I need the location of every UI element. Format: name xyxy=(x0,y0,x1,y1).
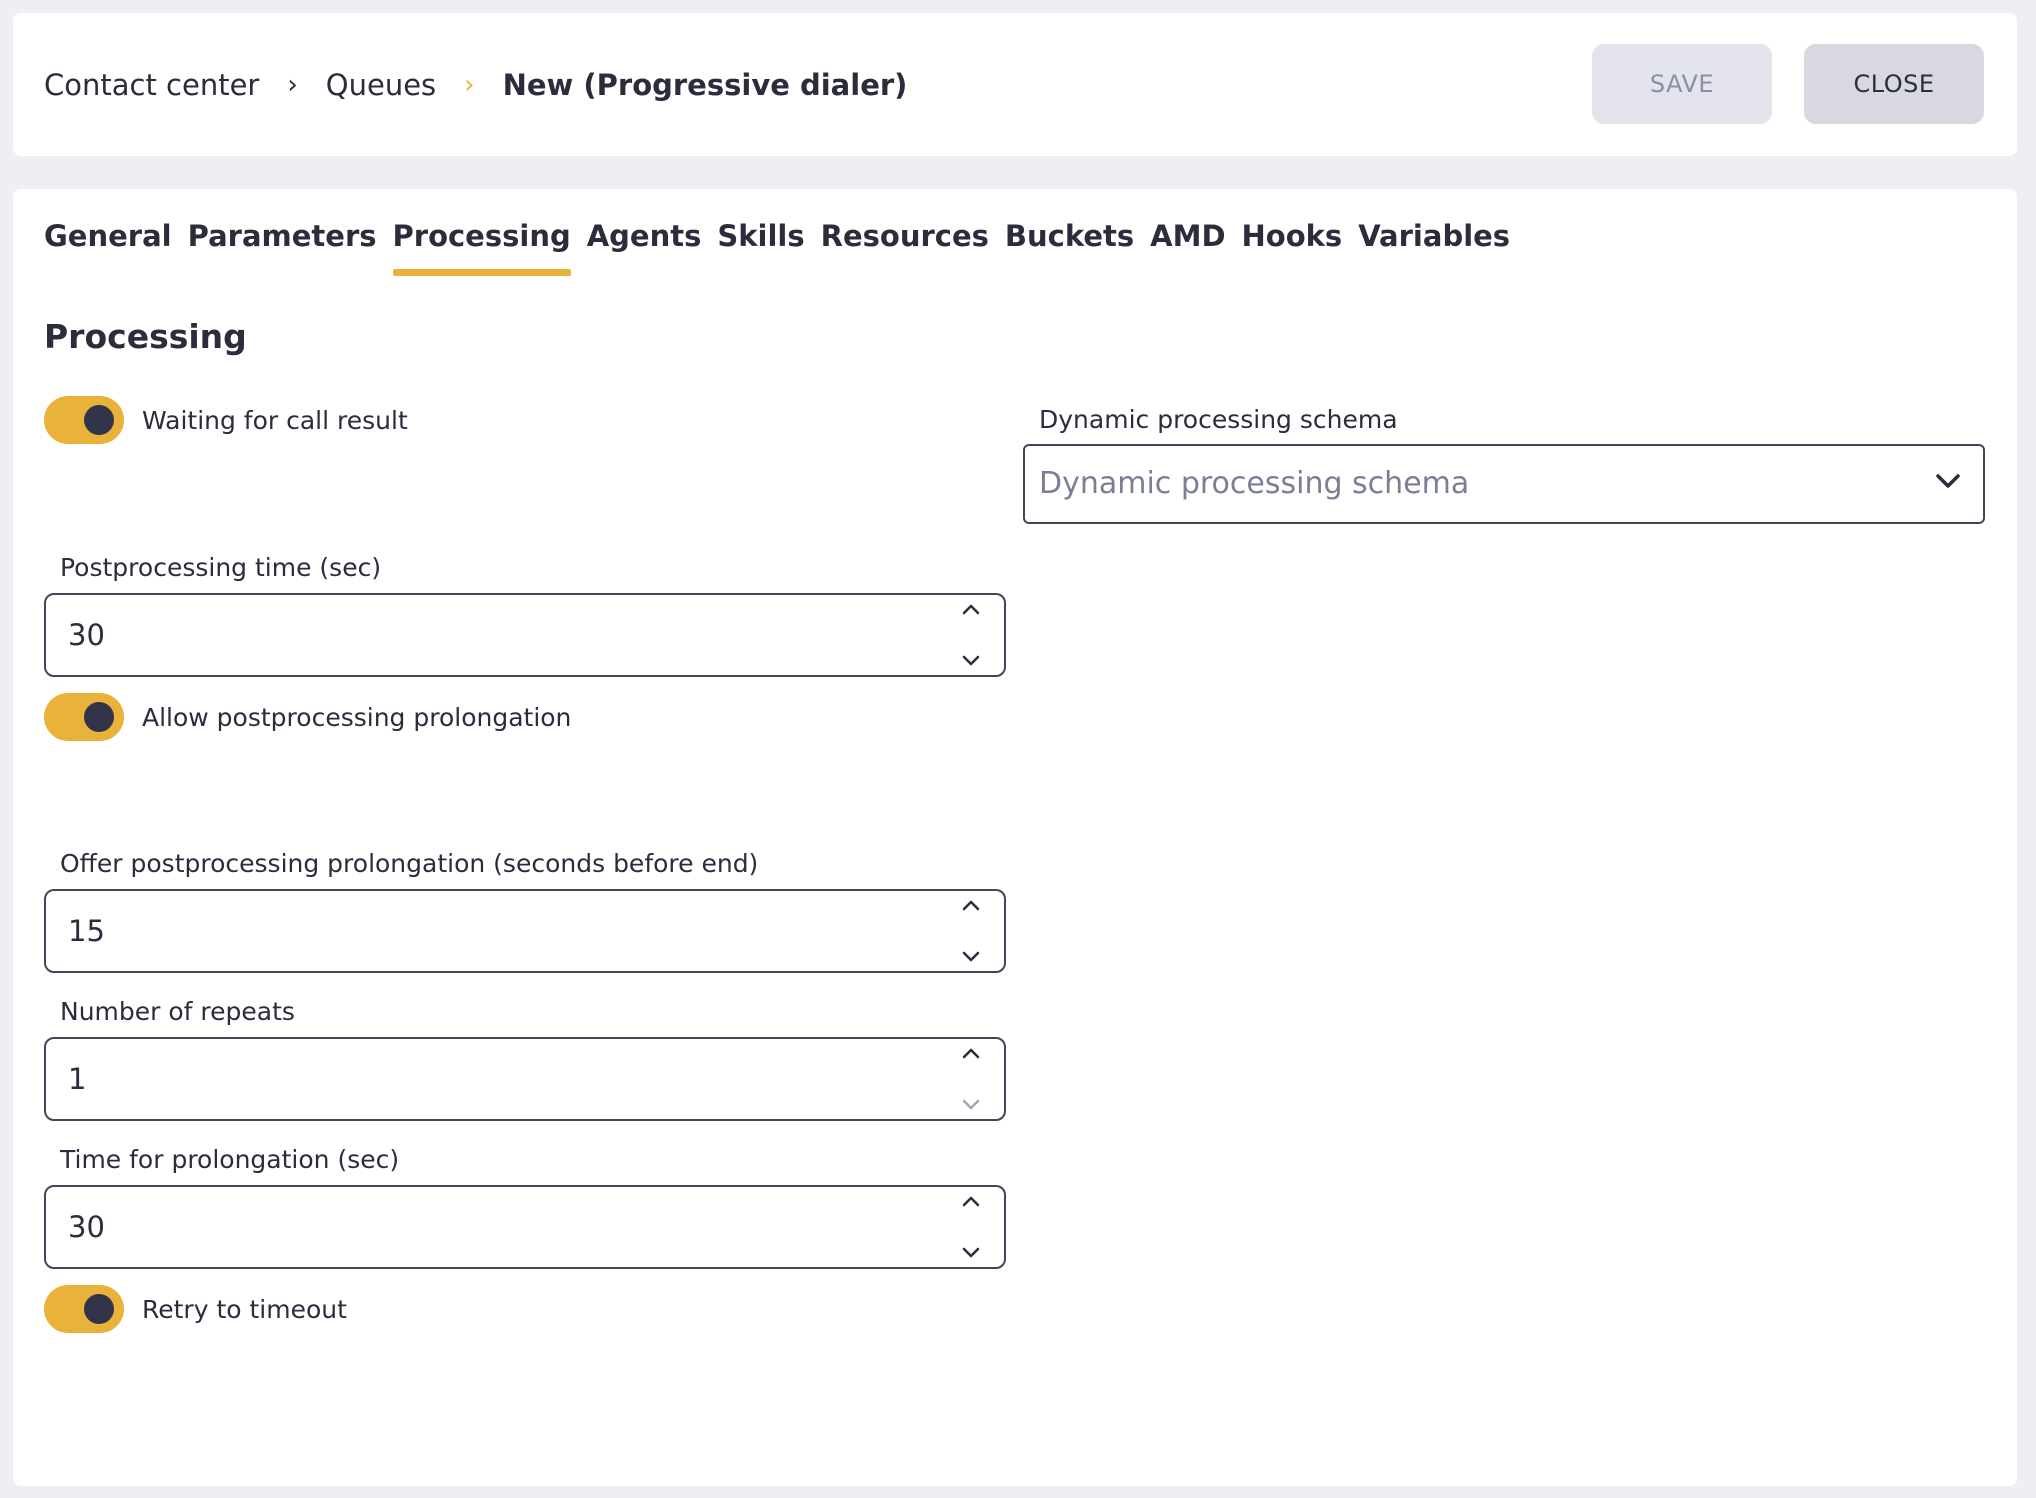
main-panel: General Parameters Processing Agents Ski… xyxy=(13,189,2017,1486)
chevron-up-icon[interactable] xyxy=(962,603,980,615)
prolongation-time-stepper xyxy=(956,1195,986,1259)
tab-buckets[interactable]: Buckets xyxy=(1005,219,1134,267)
page-header: Contact center › Queues › New (Progressi… xyxy=(13,13,2017,156)
offer-prolongation-stepper xyxy=(956,899,986,963)
breadcrumb-contact-center[interactable]: Contact center xyxy=(44,68,259,102)
offer-prolongation-label: Offer postprocessing prolongation (secon… xyxy=(60,849,759,878)
tab-bar: General Parameters Processing Agents Ski… xyxy=(44,219,1510,276)
repeats-value: 1 xyxy=(68,1062,87,1096)
chevron-down-icon xyxy=(1936,474,1960,488)
allow-prolongation-toggle[interactable] xyxy=(44,693,124,741)
offer-prolongation-input[interactable]: 15 xyxy=(44,889,1006,973)
tab-processing[interactable]: Processing xyxy=(392,219,571,276)
retry-toggle-row: Retry to timeout xyxy=(44,1285,347,1333)
retry-to-timeout-label: Retry to timeout xyxy=(142,1294,347,1324)
chevron-down-icon[interactable] xyxy=(962,951,980,963)
tab-skills[interactable]: Skills xyxy=(717,219,804,267)
breadcrumb-current: New (Progressive dialer) xyxy=(502,67,908,102)
tab-amd[interactable]: AMD xyxy=(1150,219,1225,267)
postprocessing-time-value: 30 xyxy=(68,618,105,652)
chevron-up-icon[interactable] xyxy=(962,1047,980,1059)
postprocessing-time-stepper xyxy=(956,603,986,667)
save-button[interactable]: SAVE xyxy=(1592,44,1772,124)
chevron-down-icon[interactable] xyxy=(962,655,980,667)
tab-variables[interactable]: Variables xyxy=(1358,219,1510,267)
tab-parameters[interactable]: Parameters xyxy=(188,219,377,267)
tab-general[interactable]: General xyxy=(44,219,172,267)
breadcrumb: Contact center › Queues › New (Progressi… xyxy=(44,13,907,156)
retry-to-timeout-toggle[interactable] xyxy=(44,1285,124,1333)
chevron-up-icon[interactable] xyxy=(962,899,980,911)
toggle-knob xyxy=(84,405,114,435)
toggle-knob xyxy=(84,702,114,732)
prolongation-time-input[interactable]: 30 xyxy=(44,1185,1006,1269)
toggle-knob xyxy=(84,1294,114,1324)
prolongation-time-label: Time for prolongation (sec) xyxy=(60,1145,400,1174)
allow-prolongation-label: Allow postprocessing prolongation xyxy=(142,702,572,732)
breadcrumb-queues[interactable]: Queues xyxy=(326,68,436,102)
prolongation-time-value: 30 xyxy=(68,1210,105,1244)
tab-agents[interactable]: Agents xyxy=(587,219,702,267)
repeats-stepper xyxy=(956,1047,986,1111)
dynamic-schema-placeholder: Dynamic processing schema xyxy=(1039,466,1470,501)
allow-prolongation-toggle-row: Allow postprocessing prolongation xyxy=(44,693,571,741)
tab-hooks[interactable]: Hooks xyxy=(1242,219,1343,267)
chevron-right-icon: › xyxy=(287,69,298,100)
postprocessing-time-label: Postprocessing time (sec) xyxy=(60,553,382,582)
repeats-label: Number of repeats xyxy=(60,997,295,1026)
chevron-right-icon: › xyxy=(464,69,475,100)
chevron-down-icon[interactable] xyxy=(962,1099,980,1111)
repeats-input[interactable]: 1 xyxy=(44,1037,1006,1121)
section-title: Processing xyxy=(44,317,247,356)
tab-resources[interactable]: Resources xyxy=(821,219,989,267)
dynamic-schema-label: Dynamic processing schema xyxy=(1039,405,1398,434)
chevron-up-icon[interactable] xyxy=(962,1195,980,1207)
waiting-for-call-result-label: Waiting for call result xyxy=(142,405,408,435)
chevron-down-icon[interactable] xyxy=(962,1247,980,1259)
waiting-toggle-row: Waiting for call result xyxy=(44,396,408,444)
close-button[interactable]: CLOSE xyxy=(1804,44,1984,124)
postprocessing-time-input[interactable]: 30 xyxy=(44,593,1006,677)
offer-prolongation-value: 15 xyxy=(68,914,105,948)
waiting-for-call-result-toggle[interactable] xyxy=(44,396,124,444)
dynamic-schema-select[interactable]: Dynamic processing schema xyxy=(1023,444,1985,524)
